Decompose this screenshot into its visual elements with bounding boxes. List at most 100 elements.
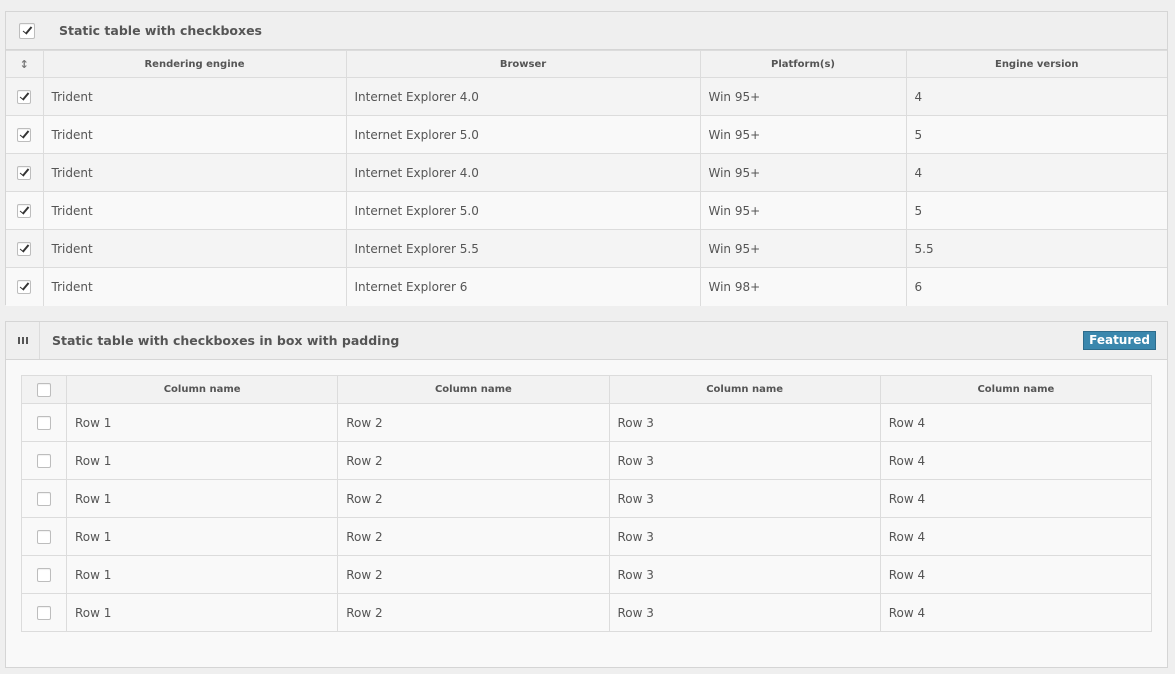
table-row[interactable]: Row 1 Row 2 Row 3 Row 4 <box>21 555 1153 594</box>
table-cell: 4 <box>905 77 1167 116</box>
table-cell: Row 4 <box>879 517 1153 556</box>
table-cell: Row 1 <box>65 479 339 518</box>
row-checkbox[interactable] <box>17 127 32 142</box>
widget-header: Static table with checkboxes in box with… <box>6 322 1167 360</box>
table-cell: Trident <box>42 153 347 192</box>
table-cell: Row 3 <box>608 555 881 594</box>
checkbox-table-widget: Static table with checkboxes ↕ Rendering… <box>5 11 1168 306</box>
row-checkbox-cell <box>6 229 44 268</box>
table-cell: Row 1 <box>65 403 339 442</box>
table-cell: Row 3 <box>608 441 881 480</box>
row-checkbox[interactable] <box>37 415 51 430</box>
table-cell: Row 3 <box>608 403 881 442</box>
table-cell: Trident <box>42 77 347 116</box>
table-cell: Row 2 <box>337 555 610 594</box>
table-row[interactable]: Trident Internet Explorer 5.0 Win 95+ 5 <box>6 191 1167 230</box>
table-row[interactable]: Row 1 Row 2 Row 3 Row 4 <box>21 441 1153 480</box>
table-cell: Win 95+ <box>699 153 907 192</box>
table-cell: 4 <box>905 153 1167 192</box>
column-header[interactable]: Column name <box>879 375 1153 404</box>
table-cell: Row 1 <box>65 517 339 556</box>
table-cell: Trident <box>42 115 347 154</box>
sort-handle-header[interactable]: ↕ <box>6 50 44 78</box>
table-cell: Win 95+ <box>699 115 907 154</box>
table-box: Column name Column name Column name Colu… <box>21 375 1153 632</box>
row-checkbox-cell <box>21 555 67 594</box>
column-header[interactable]: Column name <box>337 375 610 404</box>
table-cell: 5.5 <box>905 229 1167 268</box>
row-checkbox-cell <box>21 441 67 480</box>
bars-icon <box>17 337 28 344</box>
table-cell: Trident <box>42 229 347 268</box>
row-checkbox[interactable] <box>37 491 51 506</box>
table-row[interactable]: Trident Internet Explorer 5.0 Win 95+ 5 <box>6 115 1167 154</box>
table-cell: Trident <box>42 267 347 306</box>
row-checkbox[interactable] <box>37 605 51 620</box>
table-row[interactable]: Row 1 Row 2 Row 3 Row 4 <box>21 517 1153 556</box>
table-cell: Internet Explorer 4.0 <box>345 77 701 116</box>
table-row[interactable]: Trident Internet Explorer 4.0 Win 95+ 4 <box>6 77 1167 116</box>
table-cell: Row 4 <box>879 403 1153 442</box>
row-checkbox-cell <box>6 77 44 116</box>
table-cell: Win 95+ <box>699 191 907 230</box>
table-cell: Internet Explorer 6 <box>345 267 701 306</box>
header-checkbox-cell <box>6 12 47 49</box>
table-cell: Row 1 <box>65 555 339 594</box>
table-row[interactable]: Trident Internet Explorer 4.0 Win 95+ 4 <box>6 153 1167 192</box>
table-cell: Row 4 <box>879 441 1153 480</box>
row-checkbox[interactable] <box>17 165 32 180</box>
featured-badge: Featured <box>1083 331 1156 350</box>
table-row[interactable]: Row 1 Row 2 Row 3 Row 4 <box>21 403 1153 442</box>
table-cell: Win 98+ <box>699 267 907 306</box>
table-cell: Row 2 <box>337 593 610 632</box>
column-header-browser[interactable]: Browser <box>345 50 701 78</box>
table-cell: Row 2 <box>337 403 610 442</box>
row-checkbox-cell <box>21 479 67 518</box>
select-all-checkbox[interactable] <box>37 382 51 397</box>
table-cell: Row 1 <box>65 593 339 632</box>
sort-icon: ↕ <box>19 57 29 71</box>
table-cell: Row 4 <box>879 593 1153 632</box>
table-row[interactable]: Row 1 Row 2 Row 3 Row 4 <box>21 593 1153 632</box>
row-checkbox[interactable] <box>17 280 32 294</box>
widget-title: Static table with checkboxes in box with… <box>52 333 400 348</box>
table-cell: Internet Explorer 5.0 <box>345 191 701 230</box>
row-checkbox-cell <box>6 267 44 306</box>
column-header-rendering-engine[interactable]: Rendering engine <box>42 50 347 78</box>
table-cell: Trident <box>42 191 347 230</box>
engine-table: ↕ Rendering engine Browser Platform(s) E… <box>6 50 1167 306</box>
table-cell: Win 95+ <box>699 229 907 268</box>
row-checkbox-cell <box>21 593 67 632</box>
table-cell: Internet Explorer 5.5 <box>345 229 701 268</box>
row-checkbox-cell <box>6 115 44 154</box>
row-checkbox[interactable] <box>37 529 51 544</box>
row-checkbox-cell <box>6 153 44 192</box>
table-cell: Row 4 <box>879 555 1153 594</box>
table-cell: Row 3 <box>608 593 881 632</box>
row-checkbox[interactable] <box>17 203 32 218</box>
table-cell: Internet Explorer 5.0 <box>345 115 701 154</box>
table-cell: Row 2 <box>337 441 610 480</box>
row-checkbox[interactable] <box>37 567 51 582</box>
column-header-platforms[interactable]: Platform(s) <box>699 50 907 78</box>
row-checkbox[interactable] <box>17 89 32 104</box>
select-all-checkbox[interactable] <box>18 22 35 39</box>
column-table: Column name Column name Column name Colu… <box>21 375 1153 632</box>
row-checkbox-cell <box>21 517 67 556</box>
table-cell: Internet Explorer 4.0 <box>345 153 701 192</box>
table-cell: 5 <box>905 115 1167 154</box>
table-cell: Row 2 <box>337 517 610 556</box>
table-row[interactable]: Row 1 Row 2 Row 3 Row 4 <box>21 479 1153 518</box>
table-cell: Row 4 <box>879 479 1153 518</box>
row-checkbox-cell <box>21 403 67 442</box>
row-checkbox[interactable] <box>17 241 32 256</box>
table-cell: 6 <box>905 267 1167 306</box>
table-row[interactable]: Trident Internet Explorer 6 Win 98+ 6 <box>6 267 1167 306</box>
widget-title: Static table with checkboxes <box>59 23 262 38</box>
row-checkbox[interactable] <box>37 453 51 468</box>
column-header[interactable]: Column name <box>608 375 881 404</box>
column-header[interactable]: Column name <box>65 375 339 404</box>
widget-header: Static table with checkboxes <box>6 12 1167 50</box>
table-row[interactable]: Trident Internet Explorer 5.5 Win 95+ 5.5 <box>6 229 1167 268</box>
column-header-engine-version[interactable]: Engine version <box>905 50 1167 78</box>
